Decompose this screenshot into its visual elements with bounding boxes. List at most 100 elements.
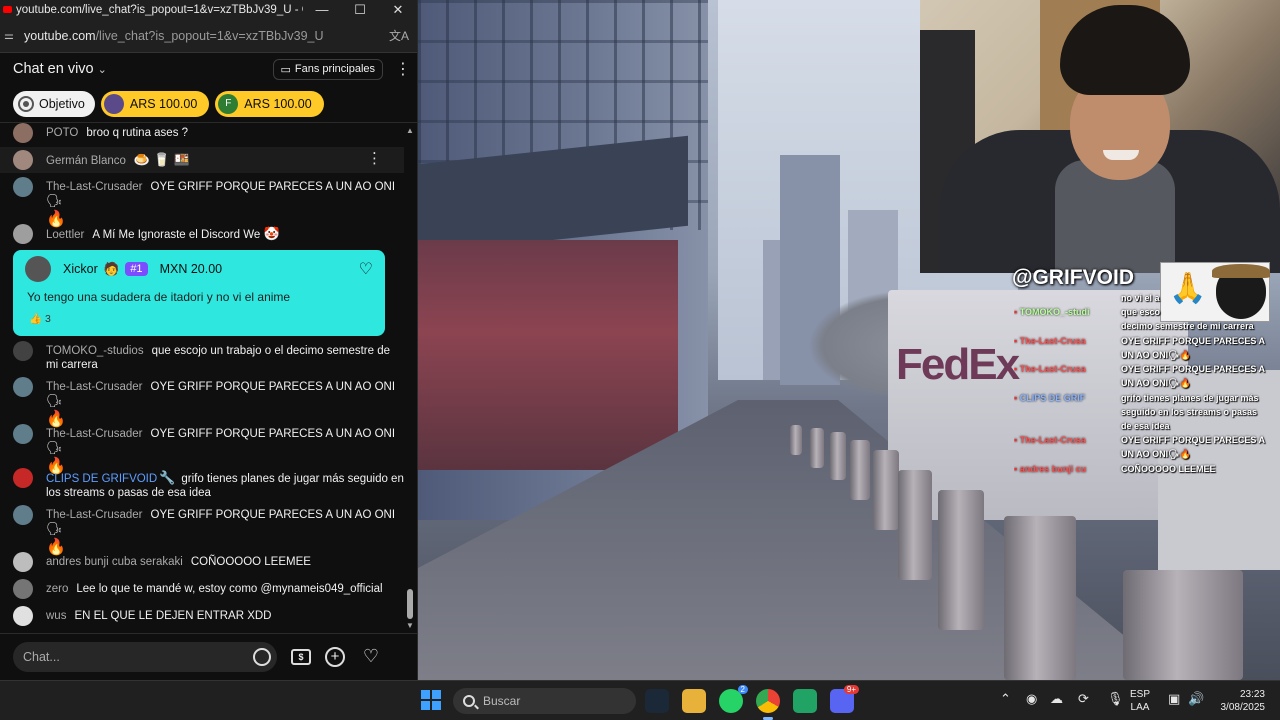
display-icon[interactable]: ▣	[1168, 691, 1180, 707]
chrome-icon[interactable]	[756, 689, 780, 720]
heart-icon[interactable]: ♡	[359, 645, 383, 669]
chat-input[interactable]	[13, 641, 277, 672]
chat-message[interactable]: Loettler A Mí Me Ignoraste el Discord We …	[0, 224, 404, 244]
chat-title[interactable]: Chat en vivo	[13, 61, 94, 77]
app-icon[interactable]	[793, 689, 817, 713]
window-titlebar[interactable]: youtube.com/live_chat?is_popout=1&v=xzTB…	[0, 0, 417, 19]
input-language-indicator[interactable]: ESP LAA	[1130, 688, 1150, 714]
maximize-button[interactable]: ☐	[341, 2, 379, 18]
message-author[interactable]: The-Last-Crusader	[46, 181, 143, 193]
pinned-supersticker-chip[interactable]: F ARS 100.00	[215, 90, 324, 117]
scroll-up-arrow-icon[interactable]: ▲	[405, 126, 415, 135]
close-button[interactable]: ✕	[379, 2, 417, 18]
webcam-smile	[1103, 150, 1139, 160]
message-author[interactable]: The-Last-Crusader	[46, 509, 143, 521]
discord-icon[interactable]: 9+	[830, 685, 859, 713]
avatar[interactable]	[13, 424, 33, 444]
pinned-supersticker-chip[interactable]: ARS 100.00	[100, 90, 210, 117]
message-author[interactable]: andres bunji cuba serakaki	[46, 556, 183, 568]
chevron-down-icon[interactable]: ⌄	[98, 63, 107, 76]
file-explorer-icon[interactable]	[682, 689, 706, 713]
superchat-card[interactable]: Xickor 🧑 #1 MXN 20.00 ♡ Yo tengo una sud…	[13, 250, 385, 336]
super-chat-icon[interactable]: $	[291, 648, 311, 665]
overlay-chat-author: The-Last-Crusa	[1014, 334, 1119, 348]
video-bollard	[1123, 570, 1243, 680]
emoji-picker-icon[interactable]	[253, 648, 271, 666]
site-settings-icon[interactable]: ⚌	[4, 29, 18, 42]
chat-message[interactable]: The-Last-Crusader OYE GRIFF PORQUE PARECE…	[0, 505, 404, 556]
chat-message[interactable]: The-Last-Crusader OYE GRIFF PORQUE PARECE…	[0, 377, 404, 428]
steam-icon[interactable]	[645, 689, 669, 713]
address-bar[interactable]: ⚌ youtube.com/live_chat?is_popout=1&v=xz…	[0, 19, 417, 53]
avatar[interactable]	[13, 468, 33, 488]
chat-message[interactable]: andres bunji cuba serakaki COÑOOOOO LEEME…	[0, 552, 404, 572]
superchat-likes[interactable]: 👍 3	[29, 312, 51, 325]
message-author[interactable]: wus	[46, 610, 66, 622]
chat-message[interactable]: CLIPS DE GRIFVOID 🔧 grifo tienes planes de…	[0, 468, 404, 500]
onedrive-icon[interactable]: ☁	[1050, 691, 1063, 707]
like-count: 3	[45, 313, 51, 325]
avatar[interactable]	[13, 224, 33, 244]
chat-message[interactable]: wus EN EL QUE LE DEJEN ENTRAR XDD	[0, 606, 404, 626]
avatar[interactable]	[13, 606, 33, 626]
windows-start-icon[interactable]	[421, 690, 441, 710]
overlay-chat-text: seguido en los streams o pasas	[1121, 407, 1258, 417]
taskbar-search-placeholder: Buscar	[483, 694, 521, 708]
message-author[interactable]: Germán Blanco	[46, 155, 126, 167]
chat-message[interactable]: The-Last-Crusader OYE GRIFF PORQUE PARECE…	[0, 177, 404, 228]
message-author[interactable]: zero	[46, 583, 68, 595]
message-more-options-icon[interactable]: ⋮	[367, 151, 382, 166]
tray-overflow-chevron-icon[interactable]: ⌃	[1000, 691, 1011, 707]
microphone-icon[interactable]: 🎙	[1107, 691, 1124, 707]
discord-tray-icon[interactable]: ◉	[1026, 691, 1037, 707]
chat-message-list[interactable]: POTO broo q rutina ases ? Germán Blanco 🍮 …	[0, 123, 418, 633]
avatar[interactable]	[13, 505, 33, 525]
message-author[interactable]: Loettler	[46, 229, 84, 241]
minimize-button[interactable]: —	[303, 2, 341, 17]
add-icon[interactable]: +	[325, 646, 345, 667]
taskbar-search[interactable]: Buscar	[453, 688, 636, 714]
avatar[interactable]	[13, 377, 33, 397]
message-author[interactable]: The-Last-Crusader	[46, 428, 143, 440]
top-fans-button[interactable]: ▭ Fans principales	[272, 58, 383, 80]
sync-icon[interactable]: ⟳	[1078, 691, 1089, 707]
avatar[interactable]	[13, 552, 33, 572]
chat-scrollbar[interactable]: ▲ ▼	[405, 123, 415, 633]
avatar[interactable]	[13, 123, 33, 143]
chat-more-options-icon[interactable]: ⋮	[395, 59, 411, 79]
stream-video[interactable]: FedEx @GRIFVOID 🙏 no vi el a TOMO	[418, 0, 1280, 680]
scrollbar-thumb[interactable]	[407, 589, 413, 619]
overlay-chat-author: The-Last-Crusa	[1014, 362, 1119, 376]
whatsapp-icon[interactable]: 2	[719, 685, 748, 713]
goal-chip[interactable]: Objetivo	[13, 90, 95, 117]
superchat-author[interactable]: Xickor	[63, 262, 98, 276]
avatar[interactable]	[13, 177, 33, 197]
chat-message[interactable]: Germán Blanco 🍮 🥛 🍱 ⋮	[0, 147, 404, 173]
heart-icon[interactable]: ♡	[359, 259, 373, 279]
message-author[interactable]: The-Last-Crusader	[46, 381, 143, 393]
translate-icon[interactable]: 文A	[389, 27, 409, 44]
fire-emoji: 🔥	[46, 211, 66, 228]
search-icon	[463, 695, 475, 707]
avatar[interactable]	[25, 256, 51, 282]
pinned-chips-row: Objetivo ARS 100.00 F ARS 100.00	[0, 85, 417, 123]
avatar[interactable]	[13, 341, 33, 361]
overlay-chat-text: decimo semestre de mi carrera	[1121, 321, 1254, 331]
chat-message[interactable]: TOMOKO_-studios que escojo un trabajo o e…	[0, 341, 404, 372]
message-author[interactable]: CLIPS DE GRIFVOID	[46, 473, 157, 485]
chat-message[interactable]: The-Last-Crusader OYE GRIFF PORQUE PARECE…	[0, 424, 404, 475]
avatar[interactable]	[13, 150, 33, 170]
message-author[interactable]: POTO	[46, 127, 78, 139]
message-author[interactable]: TOMOKO_-studios	[46, 345, 144, 357]
overlay-chat-author: The-Last-Crusa	[1014, 433, 1119, 447]
overlay-chat-text: no vi el a	[1121, 293, 1160, 303]
avatar[interactable]	[13, 579, 33, 599]
volume-icon[interactable]: 🔊	[1188, 691, 1204, 707]
chat-message[interactable]: POTO broo q rutina ases ?	[0, 123, 404, 143]
superchat-amount: MXN 20.00	[159, 262, 223, 276]
goal-target-icon	[18, 95, 34, 112]
system-clock[interactable]: 23:23 3/08/2025	[1217, 688, 1266, 714]
superchat-text: Yo tengo una sudadera de itadori y no vi…	[27, 290, 291, 304]
scroll-down-arrow-icon[interactable]: ▼	[405, 621, 415, 630]
chat-message[interactable]: zero Lee lo que te mandé w, estoy como @m…	[0, 579, 404, 599]
